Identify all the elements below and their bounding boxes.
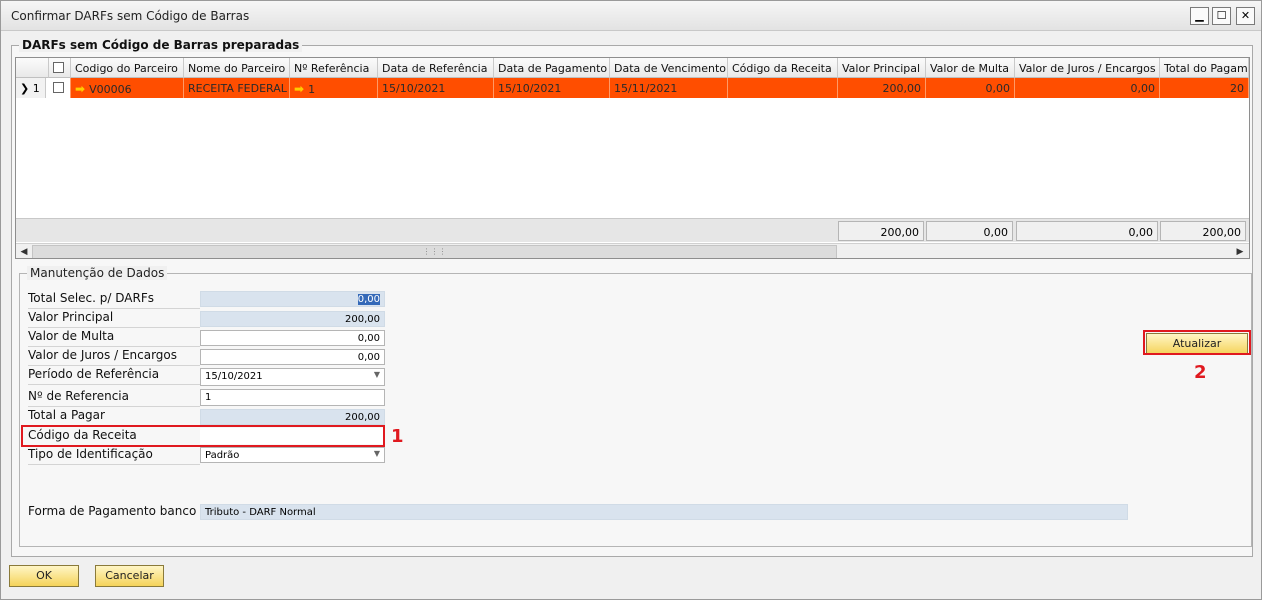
total-pagamento: 200,00 <box>1160 221 1246 241</box>
manutencao-group-title: Manutenção de Dados <box>27 266 168 280</box>
highlight-box-codigo-receita <box>21 425 385 447</box>
annotation-marker-1: 1 <box>391 426 404 447</box>
total-selec-label: Total Selec. p/ DARFs <box>28 290 200 309</box>
table-cell-codigo-receita[interactable] <box>728 78 838 98</box>
minimize-icon[interactable]: ▁ <box>1190 7 1209 25</box>
link-arrow-icon[interactable]: ➡ <box>294 82 304 96</box>
close-icon[interactable]: ✕ <box>1236 7 1255 25</box>
table-cell-total[interactable]: 20 <box>1160 78 1249 98</box>
n-referencia-field[interactable]: 1 <box>200 389 385 406</box>
grid-header-data-vencimento[interactable]: Data de Vencimento <box>610 58 728 78</box>
grid-header-valor-multa[interactable]: Valor de Multa <box>926 58 1015 78</box>
table-cell-n-referencia[interactable]: ➡ 1 <box>290 78 378 98</box>
row-select-cell[interactable] <box>49 78 71 98</box>
periodo-referencia-select[interactable]: 15/10/2021 ▼ <box>200 368 385 386</box>
periodo-referencia-label: Período de Referência <box>28 366 200 385</box>
total-selec-field[interactable]: 0,00 <box>200 291 385 307</box>
grid-header-valor-principal[interactable]: Valor Principal <box>838 58 926 78</box>
valor-juros-label: Valor de Juros / Encargos <box>28 347 200 366</box>
valor-juros-field[interactable]: 0,00 <box>200 349 385 365</box>
grid-header-total[interactable]: Total do Pagamen <box>1160 58 1249 78</box>
codigo-parceiro-value: V00006 <box>89 83 132 96</box>
grid-header-n-referencia[interactable]: Nº Referência <box>290 58 378 78</box>
table-cell-data-vencimento[interactable]: 15/11/2021 <box>610 78 728 98</box>
dialog-window: Confirmar DARFs sem Código de Barras ▁ ☐… <box>0 0 1262 600</box>
cancel-button[interactable]: Cancelar <box>95 565 164 587</box>
darfs-group-title: DARFs sem Código de Barras preparadas <box>19 38 303 52</box>
highlight-box-atualizar <box>1143 330 1251 355</box>
table-cell-data-pagamento[interactable]: 15/10/2021 <box>494 78 610 98</box>
grid-header-codigo-receita[interactable]: Código da Receita <box>728 58 838 78</box>
chevron-down-icon[interactable]: ▼ <box>374 370 380 379</box>
grid-header-valor-juros[interactable]: Valor de Juros / Encargos <box>1015 58 1160 78</box>
tipo-identificacao-label: Tipo de Identificação <box>28 446 200 465</box>
title-bar: Confirmar DARFs sem Código de Barras ▁ ☐… <box>1 1 1261 31</box>
total-valor-multa: 0,00 <box>926 221 1013 241</box>
table-cell-codigo-parceiro[interactable]: ➡ V00006 <box>71 78 184 98</box>
grid-header-nome-parceiro[interactable]: Nome do Parceiro <box>184 58 290 78</box>
window-title: Confirmar DARFs sem Código de Barras <box>11 9 250 23</box>
horizontal-scrollbar[interactable]: ◀ ⋮⋮⋮ ▶ <box>16 243 1249 258</box>
ok-button[interactable]: OK <box>9 565 79 587</box>
row-checkbox[interactable] <box>53 82 64 93</box>
table-cell-nome-parceiro[interactable]: RECEITA FEDERAL <box>184 78 290 98</box>
link-arrow-icon[interactable]: ➡ <box>75 82 85 96</box>
forma-pagamento-label: Forma de Pagamento banco <box>28 504 197 518</box>
total-pagar-field[interactable]: 200,00 <box>200 409 385 425</box>
grid-header-data-pagamento[interactable]: Data de Pagamento <box>494 58 610 78</box>
annotation-marker-2: 2 <box>1194 362 1207 383</box>
table-cell-valor-multa[interactable]: 0,00 <box>926 78 1015 98</box>
grid-totals-row: 200,00 0,00 0,00 200,00 <box>16 218 1249 242</box>
forma-pagamento-field[interactable]: Tributo - DARF Normal <box>200 504 1128 520</box>
table-cell-data-referencia[interactable]: 15/10/2021 <box>378 78 494 98</box>
grid-header-select-all[interactable] <box>49 58 71 78</box>
tipo-identificacao-value: Padrão <box>205 450 240 461</box>
total-valor-juros: 0,00 <box>1016 221 1158 241</box>
valor-multa-label: Valor de Multa <box>28 328 200 347</box>
select-all-checkbox[interactable] <box>53 62 64 73</box>
valor-principal-label: Valor Principal <box>28 309 200 328</box>
table-cell-valor-principal[interactable]: 200,00 <box>838 78 926 98</box>
table-cell-valor-juros[interactable]: 0,00 <box>1015 78 1160 98</box>
scroll-right-icon[interactable]: ▶ <box>1233 245 1247 258</box>
total-pagar-label: Total a Pagar <box>28 407 200 426</box>
total-selec-value: 0,00 <box>357 294 380 305</box>
row-number: 1 <box>32 82 40 95</box>
table-row-header[interactable]: ❯ 1 <box>16 78 46 98</box>
grid-header-data-referencia[interactable]: Data de Referência <box>378 58 494 78</box>
maximize-icon[interactable]: ☐ <box>1212 7 1231 25</box>
n-referencia-label: Nº de Referencia <box>28 388 200 407</box>
periodo-referencia-value: 15/10/2021 <box>205 371 263 382</box>
grid-header-codigo-parceiro[interactable]: Codigo do Parceiro <box>71 58 184 78</box>
total-valor-principal: 200,00 <box>838 221 924 241</box>
valor-multa-field[interactable]: 0,00 <box>200 330 385 346</box>
row-pointer-icon: ❯ <box>20 82 30 95</box>
darfs-grid: Codigo do Parceiro Nome do Parceiro Nº R… <box>15 57 1250 259</box>
grid-header-rownum <box>16 58 49 78</box>
n-referencia-value: 1 <box>308 83 316 96</box>
chevron-down-icon[interactable]: ▼ <box>374 449 380 458</box>
scroll-thumb[interactable]: ⋮⋮⋮ <box>32 245 837 258</box>
valor-principal-field[interactable]: 200,00 <box>200 311 385 327</box>
tipo-identificacao-select[interactable]: Padrão ▼ <box>200 447 385 463</box>
scroll-left-icon[interactable]: ◀ <box>17 245 31 258</box>
